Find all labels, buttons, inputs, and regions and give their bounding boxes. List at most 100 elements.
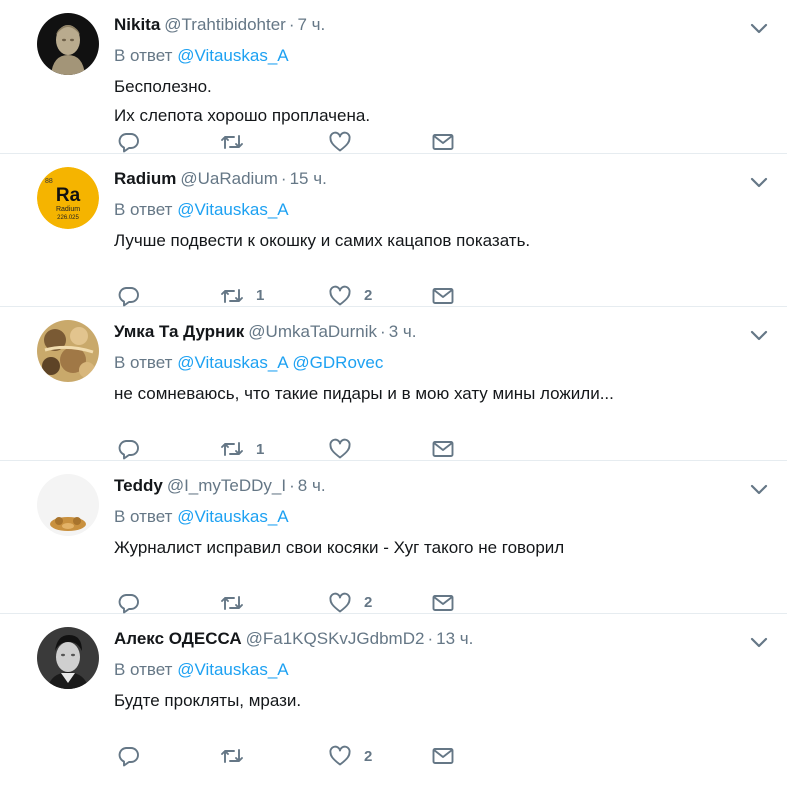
tweet-text: Бесполезно. Их слепота хорошо проплачена… <box>114 72 757 130</box>
avatar[interactable] <box>37 13 99 75</box>
reply-button[interactable] <box>117 284 141 308</box>
teddy-bear-avatar-icon <box>37 473 99 536</box>
envelope-icon <box>432 594 454 611</box>
chevron-down-icon[interactable] <box>749 329 769 343</box>
like-button[interactable] <box>328 437 364 461</box>
user-handle[interactable]: @I_myTeDDy_I <box>167 476 286 495</box>
display-name[interactable]: Nikita <box>114 15 160 34</box>
timestamp[interactable]: 13 ч. <box>436 629 473 648</box>
direct-message-button[interactable] <box>431 744 455 768</box>
retweet-button[interactable]: 1 <box>220 437 264 461</box>
timestamp[interactable]: 8 ч. <box>298 476 326 495</box>
reply-prefix: В ответ <box>114 199 173 219</box>
timestamp[interactable]: 15 ч. <box>290 169 327 188</box>
chevron-down-icon[interactable] <box>749 22 769 36</box>
reply-context: В ответ @Vitauskas_A @GDRovec <box>114 351 757 375</box>
tweet-text-line: Бесполезно. <box>114 77 212 96</box>
retweet-button[interactable] <box>220 591 256 615</box>
tweet-actions <box>117 130 477 154</box>
mention-link[interactable]: @Vitauskas_A @GDRovec <box>177 353 383 372</box>
tweet-actions: 1 <box>117 437 477 461</box>
tweet-header: Алекс ОДЕССА @Fa1KQSKvJGdbmD2 · 13 ч. <box>114 627 757 651</box>
reply-button[interactable] <box>117 744 141 768</box>
tweet[interactable]: 88 Ra Radium 226.025 Radium @UaRadium · 15 … <box>0 154 787 308</box>
tweet[interactable]: Nikita @Trahtibidohter · 7 ч. В ответ @Vita… <box>0 0 787 154</box>
reply-icon <box>118 286 139 306</box>
avatar[interactable] <box>37 473 99 536</box>
chevron-down-icon[interactable] <box>749 176 769 190</box>
avatar-atomic-number: 88 <box>45 178 53 185</box>
user-handle[interactable]: @UmkaTaDurnik <box>248 322 377 341</box>
avatar[interactable]: 88 Ra Radium 226.025 <box>37 166 99 229</box>
tweet-text: Будте прокляты, мрази. <box>114 686 757 715</box>
mention-link[interactable]: @Vitauskas_A <box>177 46 288 65</box>
tweet-text: не сомневаюсь, что такие пидары и в мою … <box>114 379 757 408</box>
reply-context: В ответ @Vitauskas_A <box>114 505 757 529</box>
display-name[interactable]: Radium <box>114 169 176 188</box>
painting-avatar-icon <box>37 320 99 382</box>
tweet-text-line: Лучше подвести к окошку и самих кацапов … <box>114 230 531 250</box>
display-name[interactable]: Teddy <box>114 476 163 495</box>
statue-bust-avatar-icon <box>37 13 99 75</box>
reply-button[interactable] <box>117 130 141 154</box>
user-handle[interactable]: @Fa1KQSKvJGdbmD2 <box>246 629 425 648</box>
tweet[interactable]: Teddy @I_myTeDDy_I · 8 ч. В ответ @Vitauska… <box>0 461 787 615</box>
timestamp[interactable]: 3 ч. <box>389 322 417 341</box>
tweet-actions: 1 2 <box>117 284 477 308</box>
heart-icon <box>329 745 351 766</box>
direct-message-button[interactable] <box>431 130 455 154</box>
retweet-icon <box>221 442 243 456</box>
reply-icon <box>118 747 139 767</box>
mention-link[interactable]: @Vitauskas_A <box>177 200 288 219</box>
separator-dot: · <box>380 322 386 341</box>
display-name[interactable]: Алекс ОДЕССА <box>114 629 242 648</box>
mention-link[interactable]: @Vitauskas_A <box>177 507 288 526</box>
tweet-header: Teddy @I_myTeDDy_I · 8 ч. <box>114 474 757 498</box>
chevron-down-icon[interactable] <box>749 483 769 497</box>
reply-button[interactable] <box>117 437 141 461</box>
tweet-content: Teddy @I_myTeDDy_I · 8 ч. В ответ @Vitauska… <box>114 474 757 562</box>
reply-prefix: В ответ <box>114 353 173 372</box>
direct-message-button[interactable] <box>431 284 455 308</box>
reply-context: В ответ @Vitauskas_A <box>114 44 757 68</box>
tweet-text-line: Журналист исправил свои косяки - Хуг так… <box>114 537 565 557</box>
timestamp[interactable]: 7 ч. <box>297 15 325 34</box>
envelope-icon <box>432 748 454 764</box>
reply-context: В ответ @Vitauskas_A <box>114 198 757 222</box>
tweet-text: Лучше подвести к окошку и самих кацапов … <box>114 226 757 255</box>
reply-context: В ответ @Vitauskas_A <box>114 658 757 682</box>
like-button[interactable]: 2 <box>328 591 372 615</box>
retweet-icon <box>221 135 243 149</box>
retweet-icon <box>221 595 243 610</box>
retweet-button[interactable] <box>220 744 256 768</box>
tweet-text-line: Их слепота хорошо проплачена. <box>114 106 371 125</box>
user-handle[interactable]: @UaRadium <box>180 169 278 188</box>
reply-button[interactable] <box>117 591 141 615</box>
tweet-content: Nikita @Trahtibidohter · 7 ч. В ответ @Vita… <box>114 13 757 130</box>
direct-message-button[interactable] <box>431 591 455 615</box>
like-button[interactable]: 2 <box>328 284 372 308</box>
bw-portrait-avatar-icon <box>37 627 99 689</box>
separator-dot: · <box>427 629 434 648</box>
tweet[interactable]: Умка Та Дурник @UmkaTaDurnik · 3 ч. В ответ… <box>0 307 787 461</box>
user-handle[interactable]: @Trahtibidohter <box>164 15 286 34</box>
envelope-icon <box>432 287 454 304</box>
avatar-element-name: Radium <box>56 206 80 213</box>
mention-link[interactable]: @Vitauskas_A <box>177 660 288 679</box>
like-button[interactable]: 2 <box>328 744 372 768</box>
like-count: 2 <box>364 287 373 304</box>
tweet-header: Умка Та Дурник @UmkaTaDurnik · 3 ч. <box>114 320 757 344</box>
separator-dot: · <box>288 15 295 34</box>
chevron-down-icon[interactable] <box>749 636 769 650</box>
like-button[interactable] <box>328 130 364 154</box>
retweet-button[interactable]: 1 <box>220 284 264 308</box>
retweet-button[interactable] <box>220 130 256 154</box>
direct-message-button[interactable] <box>431 437 455 461</box>
tweet[interactable]: Алекс ОДЕССА @Fa1KQSKvJGdbmD2 · 13 ч. В отв… <box>0 614 787 768</box>
tweet-actions: 2 <box>117 744 477 768</box>
avatar[interactable] <box>37 320 99 382</box>
retweet-icon <box>221 749 243 763</box>
like-count: 2 <box>364 747 373 765</box>
avatar[interactable] <box>37 627 99 689</box>
display-name[interactable]: Умка Та Дурник <box>114 322 244 341</box>
